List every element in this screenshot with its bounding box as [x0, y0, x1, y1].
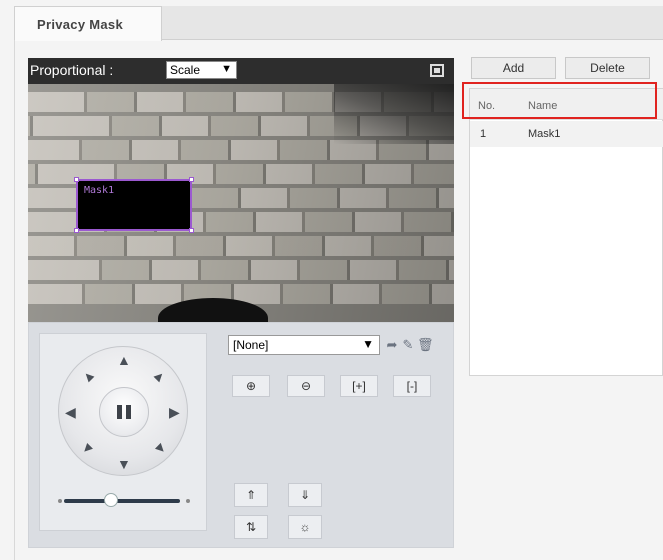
ptz-panel: ▲ ▼ ◀ ▶ ▲ ▲ ▼ ▼ [None] ▼ ➦ ✎ 🗑 ⊕ ⊖ [+] […	[28, 322, 454, 548]
resize-handle[interactable]	[189, 228, 194, 233]
pause-icon	[117, 405, 122, 419]
speed-slider-handle[interactable]	[104, 493, 118, 507]
direction-pad[interactable]: ▲ ▼ ◀ ▶ ▲ ▲ ▼ ▼	[58, 346, 188, 476]
zoom-out-button[interactable]: ⊖	[287, 375, 325, 397]
resize-handle[interactable]	[74, 228, 79, 233]
chevron-down-icon: ▼	[221, 63, 232, 75]
wiper-button[interactable]: ⇅	[234, 515, 268, 539]
table-row[interactable]: 1 Mask1	[470, 121, 663, 147]
light-button[interactable]: ☼	[288, 515, 322, 539]
fullscreen-icon[interactable]	[430, 64, 444, 77]
video-toolbar: Proportional : Scale ▼	[28, 58, 454, 84]
mask-no-cell: 1	[480, 128, 487, 140]
preset-select[interactable]: [None] ▼	[228, 335, 380, 355]
mask-list: No. Name 1 Mask1	[469, 88, 663, 376]
arrow-up-left-icon[interactable]: ▲	[77, 365, 98, 386]
edit-icon[interactable]: ✎	[401, 337, 415, 353]
delete-button[interactable]: Delete	[565, 57, 650, 79]
privacy-mask-region[interactable]: Mask1	[74, 177, 194, 233]
arrow-right-icon[interactable]: ▶	[169, 405, 180, 419]
focus-near-button[interactable]: [+]	[340, 375, 378, 397]
goto-preset-icon[interactable]: ➦	[385, 337, 399, 353]
iris-open-button[interactable]: ⇑	[234, 483, 268, 507]
scale-select[interactable]: Scale ▼	[166, 61, 237, 79]
speed-slider[interactable]	[64, 499, 180, 503]
content-border	[14, 40, 15, 560]
arrow-down-left-icon[interactable]: ▼	[77, 437, 98, 458]
tab-bar: Privacy Mask	[14, 6, 663, 41]
arrow-up-icon[interactable]: ▲	[117, 353, 131, 367]
arrow-left-icon[interactable]: ◀	[65, 405, 76, 419]
delete-icon[interactable]: 🗑	[417, 337, 434, 353]
resize-handle[interactable]	[74, 177, 79, 182]
pause-button[interactable]	[99, 387, 149, 437]
iris-close-button[interactable]: ⇓	[288, 483, 322, 507]
arrow-down-icon[interactable]: ▼	[117, 457, 131, 471]
proportional-label: Proportional :	[30, 62, 114, 78]
mask-name-cell: Mask1	[528, 128, 561, 140]
highlight-frame	[462, 82, 657, 119]
focus-far-button[interactable]: [-]	[393, 375, 431, 397]
tab-privacy-mask[interactable]: Privacy Mask	[14, 6, 162, 41]
scale-select-value: Scale	[170, 63, 201, 77]
chevron-down-icon: ▼	[362, 337, 374, 351]
arrow-up-right-icon[interactable]: ▲	[149, 365, 170, 386]
mask-overlay-label: Mask1	[84, 185, 115, 196]
joystick-panel: ▲ ▼ ◀ ▶ ▲ ▲ ▼ ▼	[39, 333, 207, 531]
add-button[interactable]: Add	[471, 57, 556, 79]
resize-handle[interactable]	[189, 177, 194, 182]
zoom-in-button[interactable]: ⊕	[232, 375, 270, 397]
arrow-down-right-icon[interactable]: ▼	[149, 437, 170, 458]
preset-select-value: [None]	[233, 338, 269, 352]
live-video[interactable]: Mask1	[28, 84, 454, 322]
